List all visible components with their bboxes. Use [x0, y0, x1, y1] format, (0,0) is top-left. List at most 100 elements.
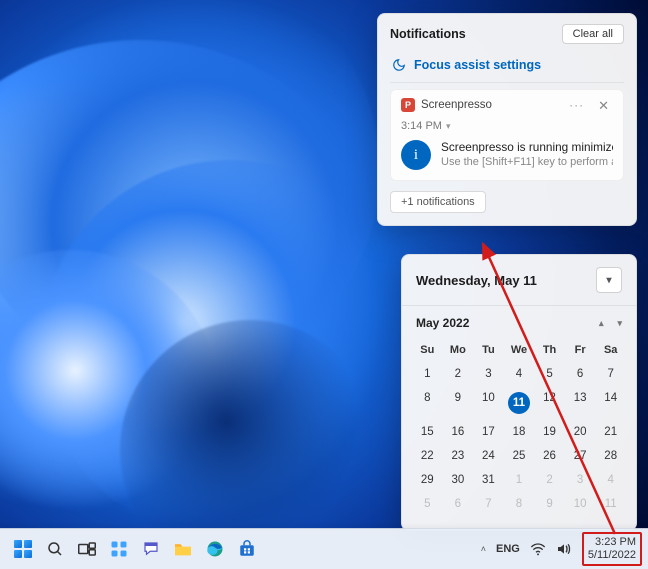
calendar-panel: Wednesday, May 11 ▾ May 2022 ▴ ▾ SuMoTuW… [401, 254, 637, 531]
notifications-title: Notifications [390, 27, 466, 41]
taskbar-date: 5/11/2022 [588, 549, 636, 562]
edge-button[interactable] [200, 534, 230, 564]
calendar-day[interactable]: 14 [595, 386, 626, 420]
focus-assist-row[interactable]: Focus assist settings [390, 52, 624, 83]
volume-button[interactable] [556, 542, 572, 556]
calendar-prev-button[interactable]: ▴ [599, 318, 604, 329]
notification-close-button[interactable]: ✕ [594, 99, 613, 112]
calendar-day[interactable]: 4 [504, 362, 535, 386]
calendar-day[interactable]: 6 [565, 362, 596, 386]
calendar-day[interactable]: 20 [565, 420, 596, 444]
notification-title: Screenpresso is running minimized. [441, 140, 613, 154]
calendar-day[interactable]: 8 [412, 386, 443, 420]
moon-icon [392, 58, 406, 72]
calendar-day[interactable]: 23 [443, 444, 474, 468]
calendar-dow: Sa [595, 338, 626, 362]
notification-card[interactable]: P Screenpresso ··· ✕ 3:14 PM ▾ i Screenp… [390, 89, 624, 181]
calendar-day[interactable]: 4 [595, 468, 626, 492]
calendar-day[interactable]: 29 [412, 468, 443, 492]
calendar-day[interactable]: 7 [473, 492, 504, 516]
calendar-day[interactable]: 9 [534, 492, 565, 516]
microsoft-store-button[interactable] [232, 534, 262, 564]
calendar-full-date: Wednesday, May 11 [416, 273, 537, 288]
calendar-day[interactable]: 11 [595, 492, 626, 516]
folder-icon [173, 541, 193, 557]
calendar-day[interactable]: 10 [473, 386, 504, 420]
calendar-day[interactable]: 8 [504, 492, 535, 516]
calendar-day[interactable]: 18 [504, 420, 535, 444]
widgets-icon [110, 540, 128, 558]
calendar-day[interactable]: 9 [443, 386, 474, 420]
language-indicator[interactable]: ENG [496, 543, 520, 555]
calendar-day[interactable]: 25 [504, 444, 535, 468]
windows-logo-icon [14, 540, 32, 558]
notification-app-name: Screenpresso [421, 99, 492, 111]
calendar-day[interactable]: 5 [412, 492, 443, 516]
calendar-grid: SuMoTuWeThFrSa 1234567891011121314151617… [402, 334, 636, 530]
collapse-calendar-button[interactable]: ▾ [596, 267, 622, 293]
task-view-button[interactable] [72, 534, 102, 564]
task-view-icon [78, 542, 96, 556]
chevron-down-icon[interactable]: ▾ [446, 121, 451, 132]
calendar-day[interactable]: 21 [595, 420, 626, 444]
calendar-day[interactable]: 16 [443, 420, 474, 444]
calendar-month-label[interactable]: May 2022 [416, 316, 469, 330]
calendar-day[interactable]: 17 [473, 420, 504, 444]
calendar-day[interactable]: 24 [473, 444, 504, 468]
notification-time: 3:14 PM [401, 120, 442, 132]
calendar-day[interactable]: 30 [443, 468, 474, 492]
wifi-icon [530, 542, 546, 556]
more-notifications-button[interactable]: +1 notifications [390, 191, 486, 213]
calendar-day[interactable]: 12 [534, 386, 565, 420]
search-icon [46, 540, 64, 558]
calendar-dow: Th [534, 338, 565, 362]
calendar-day[interactable]: 26 [534, 444, 565, 468]
store-icon [238, 540, 256, 558]
taskbar: ˄ ENG 3:23 PM 5/11/2022 [0, 528, 648, 569]
calendar-dow: Mo [443, 338, 474, 362]
calendar-day[interactable]: 2 [534, 468, 565, 492]
wifi-button[interactable] [530, 542, 546, 556]
info-icon: i [401, 140, 431, 170]
calendar-day[interactable]: 31 [473, 468, 504, 492]
focus-assist-link[interactable]: Focus assist settings [414, 58, 541, 72]
calendar-day[interactable]: 10 [565, 492, 596, 516]
tray-overflow-button[interactable]: ˄ [481, 544, 486, 554]
calendar-dow: Su [412, 338, 443, 362]
calendar-dow: Tu [473, 338, 504, 362]
calendar-day[interactable]: 3 [473, 362, 504, 386]
calendar-day[interactable]: 5 [534, 362, 565, 386]
calendar-day[interactable]: 3 [565, 468, 596, 492]
calendar-dow: We [504, 338, 535, 362]
calendar-day[interactable]: 1 [412, 362, 443, 386]
calendar-day[interactable]: 27 [565, 444, 596, 468]
calendar-day[interactable]: 2 [443, 362, 474, 386]
edge-icon [206, 540, 224, 558]
calendar-day[interactable]: 11 [504, 386, 535, 420]
notification-menu-button[interactable]: ··· [565, 98, 588, 112]
chat-icon [142, 540, 160, 558]
clear-all-button[interactable]: Clear all [562, 24, 624, 44]
file-explorer-button[interactable] [168, 534, 198, 564]
calendar-day[interactable]: 1 [504, 468, 535, 492]
notification-subtitle: Use the [Shift+F11] key to perform a ca [441, 156, 613, 168]
chevron-down-icon: ▾ [606, 275, 611, 286]
calendar-day[interactable]: 15 [412, 420, 443, 444]
search-button[interactable] [40, 534, 70, 564]
calendar-day[interactable]: 19 [534, 420, 565, 444]
chat-button[interactable] [136, 534, 166, 564]
calendar-day[interactable]: 22 [412, 444, 443, 468]
calendar-next-button[interactable]: ▾ [617, 318, 622, 329]
calendar-day[interactable]: 6 [443, 492, 474, 516]
calendar-day[interactable]: 7 [595, 362, 626, 386]
app-icon: P [401, 98, 415, 112]
calendar-day[interactable]: 28 [595, 444, 626, 468]
start-button[interactable] [8, 534, 38, 564]
calendar-day[interactable]: 13 [565, 386, 596, 420]
calendar-dow: Fr [565, 338, 596, 362]
widgets-button[interactable] [104, 534, 134, 564]
notifications-panel: Notifications Clear all Focus assist set… [377, 13, 637, 226]
speaker-icon [556, 542, 572, 556]
taskbar-clock[interactable]: 3:23 PM 5/11/2022 [582, 532, 642, 565]
taskbar-time: 3:23 PM [588, 536, 636, 549]
